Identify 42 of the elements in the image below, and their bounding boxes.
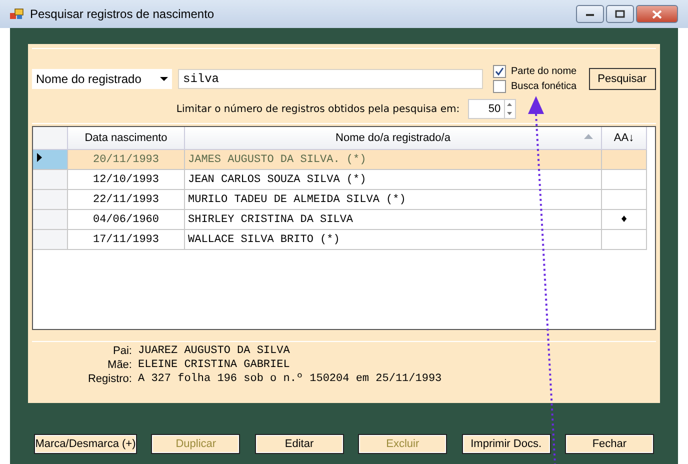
search-input-field[interactable]: silva [178, 69, 483, 89]
table-cell: 22/11/1993 [92, 194, 159, 206]
current-row-icon [37, 153, 42, 162]
detail-value: ELEINE CRISTINA GABRIEL [138, 359, 291, 371]
detail-value: A 327 folha 196 sob o n.º 150204 em 25/11/1993 [138, 373, 443, 385]
dropdown-caret-icon [160, 77, 168, 81]
limit-label: Limitar o número de registros obtidos pela pesquisa em: [176, 104, 460, 114]
detail-label: Pai: [112, 345, 132, 357]
table-cell: 20/11/1993 [92, 154, 159, 166]
row-header[interactable] [33, 150, 68, 170]
search-field-dropdown[interactable]: Nome do registrado [32, 69, 172, 89]
column-header[interactable]: Nome do/a registrado/a [336, 132, 450, 144]
table-cell: JEAN CARLOS SOUZA SILVA (*) [188, 174, 366, 186]
marker-symbol: ♦ [620, 214, 628, 226]
action-button[interactable]: Marca/Desmarca (+) [34, 434, 137, 454]
checkbox-label: Parte do nome [511, 66, 577, 77]
table-cell: 04/06/1960 [92, 214, 159, 226]
checkbox[interactable] [493, 80, 506, 93]
detail-label: Mãe: [106, 359, 132, 371]
app-icon [10, 8, 24, 20]
action-button[interactable]: Fechar [564, 434, 654, 454]
close-button[interactable] [636, 5, 678, 23]
table-cell: MURILO TADEU DE ALMEIDA SILVA (*) [188, 194, 406, 206]
window-title: Pesquisar registros de nascimento [30, 7, 214, 21]
table-cell: SHIRLEY CRISTINA DA SILVA [188, 214, 354, 226]
table-cell: 12/10/1993 [92, 174, 159, 186]
minimize-button[interactable] [576, 5, 604, 23]
maximize-icon [615, 10, 625, 18]
table-cell: JAMES AUGUSTO DA SILVA. (*) [188, 154, 366, 166]
close-icon [652, 10, 662, 18]
detail-value: JUAREZ AUGUSTO DA SILVA [138, 345, 291, 357]
minimize-icon [585, 11, 595, 17]
maximize-button[interactable] [606, 5, 634, 23]
checkbox[interactable] [493, 65, 506, 78]
table-cell: 17/11/1993 [92, 234, 159, 246]
action-button[interactable]: Imprimir Docs. [462, 434, 551, 454]
detail-label: Registro: [86, 373, 132, 385]
search-button[interactable]: Pesquisar [588, 68, 656, 90]
table-cell: WALLACE SILVA BRITO (*) [188, 234, 340, 246]
checkbox-label: Busca fonética [511, 81, 577, 92]
action-button[interactable]: Editar [254, 434, 344, 454]
limit-spinbox[interactable]: 50 [468, 99, 516, 119]
